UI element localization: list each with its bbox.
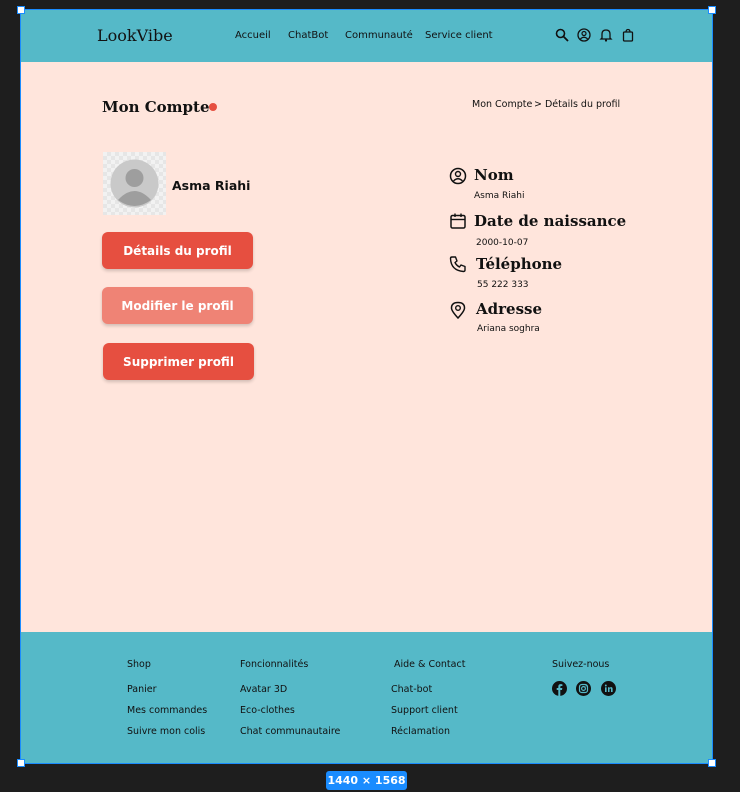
delete-profile-button[interactable]: Supprimer profil	[103, 343, 254, 380]
facebook-icon[interactable]	[552, 681, 567, 696]
site-footer: Shop Panier Mes commandes Suivre mon col…	[21, 632, 712, 763]
avatar-placeholder-icon	[110, 159, 159, 208]
nav-chatbot[interactable]: ChatBot	[288, 30, 328, 41]
logo[interactable]: LookVibe	[97, 26, 173, 45]
selection-handle-bottom-right[interactable]	[708, 759, 716, 767]
phone-value: 55 222 333	[477, 280, 529, 290]
footer-link-reclamation[interactable]: Réclamation	[391, 726, 450, 737]
footer-link-support[interactable]: Support client	[391, 705, 458, 716]
selection-handle-top-right[interactable]	[708, 6, 716, 14]
footer-link-avatar[interactable]: Avatar 3D	[240, 684, 287, 695]
breadcrumb-current: > Détails du profil	[534, 99, 621, 110]
selection-handle-bottom-left[interactable]	[17, 759, 25, 767]
nav-service-client[interactable]: Service client	[425, 30, 493, 41]
footer-shop-title: Shop	[127, 659, 151, 670]
phone-icon	[449, 256, 466, 273]
location-pin-icon	[450, 301, 466, 319]
nav-accueil[interactable]: Accueil	[235, 30, 271, 41]
user-circle-icon	[449, 167, 467, 185]
avatar	[103, 152, 166, 215]
site-header: LookVibe Accueil ChatBot Communauté Serv…	[21, 10, 712, 62]
profile-details-button[interactable]: Détails du profil	[102, 232, 253, 269]
nav-communaute[interactable]: Communauté	[345, 30, 413, 41]
user-name: Asma Riahi	[172, 178, 251, 193]
address-value: Ariana soghra	[477, 324, 540, 334]
title-dot	[209, 103, 217, 111]
birth-label: Date de naissance	[474, 212, 627, 230]
instagram-icon[interactable]	[576, 681, 591, 696]
footer-social-title: Suivez-nous	[552, 659, 610, 670]
footer-help-title: Aide & Contact	[394, 659, 466, 670]
selection-handle-top-left[interactable]	[17, 6, 25, 14]
footer-link-eco[interactable]: Eco-clothes	[240, 705, 295, 716]
search-icon[interactable]	[555, 28, 569, 42]
breadcrumb-root[interactable]: Mon Compte	[472, 99, 532, 110]
birth-value: 2000-10-07	[476, 238, 529, 248]
bell-icon[interactable]	[599, 28, 613, 42]
footer-link-commandes[interactable]: Mes commandes	[127, 705, 207, 716]
calendar-icon	[450, 213, 466, 229]
footer-link-chatbot[interactable]: Chat-bot	[391, 684, 432, 695]
name-label: Nom	[474, 166, 514, 184]
bag-icon[interactable]	[621, 28, 635, 42]
page-title: Mon Compte	[102, 98, 210, 116]
design-frame: LookVibe Accueil ChatBot Communauté Serv…	[20, 9, 713, 764]
name-value: Asma Riahi	[474, 191, 525, 201]
phone-label: Téléphone	[476, 255, 563, 273]
footer-link-chat-communautaire[interactable]: Chat communautaire	[240, 726, 340, 737]
footer-link-suivi[interactable]: Suivre mon colis	[127, 726, 205, 737]
dimension-badge: 1440 × 1568	[326, 771, 407, 790]
address-label: Adresse	[476, 300, 543, 318]
edit-profile-button[interactable]: Modifier le profil	[102, 287, 253, 324]
footer-link-panier[interactable]: Panier	[127, 684, 157, 695]
footer-features-title: Foncionnalités	[240, 659, 309, 670]
linkedin-icon[interactable]	[601, 681, 616, 696]
user-icon[interactable]	[577, 28, 591, 42]
